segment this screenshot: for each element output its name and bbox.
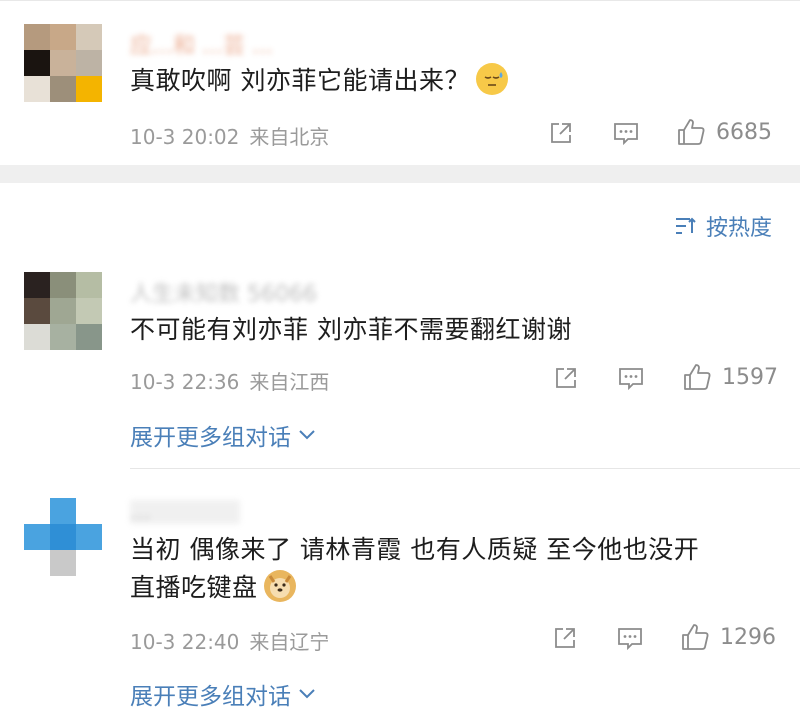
comment-text: 真敢吹啊 刘亦菲它能请出来？ (130, 62, 770, 100)
reply-button[interactable] (617, 365, 645, 391)
expand-label: 展开更多组对话 (130, 425, 291, 451)
thumbs-up-icon (684, 364, 711, 390)
like-count: 1296 (720, 624, 776, 650)
top-border (0, 0, 800, 1)
reply-button[interactable] (612, 120, 640, 146)
chevron-down-icon (299, 430, 315, 440)
comment-meta: 10-3 22:40 来自辽宁 (130, 626, 329, 655)
comment-text: 不可能有刘亦菲 刘亦菲不需要翻红谢谢 (130, 315, 572, 344)
sort-label: 按热度 (705, 216, 772, 241)
like-button[interactable]: 6685 (676, 117, 772, 147)
comment-icon (614, 123, 638, 146)
timestamp: 10-3 22:40 (130, 630, 240, 654)
username[interactable]: 应...和 ...芸 ... (130, 28, 273, 59)
timestamp: 10-3 20:02 (130, 125, 240, 149)
comment-text: 当初 偶像来了 请林青霞 也有人质疑 至今他也没开 直播吃键盘 (130, 531, 770, 607)
doge-emoji (263, 570, 296, 602)
timestamp: 10-3 22:36 (130, 370, 240, 394)
comment-text-line-2: 直播吃键盘 (130, 569, 770, 607)
thumbs-up-icon (678, 119, 705, 145)
expand-replies-link[interactable]: 展开更多组对话 (130, 677, 317, 711)
avatar[interactable] (24, 272, 102, 350)
chevron-down-icon (299, 689, 315, 699)
share-icon (551, 123, 571, 143)
share-button[interactable] (553, 365, 579, 391)
like-button[interactable]: 1597 (682, 362, 778, 392)
comment-meta: 10-3 20:02 来自北京 (130, 121, 329, 150)
location: 来自江西 (249, 370, 330, 394)
location: 来自辽宁 (249, 630, 330, 654)
thumbs-up-icon (682, 624, 709, 650)
sweat-smile-emoji (475, 63, 508, 95)
comment-text-line-1: 当初 偶像来了 请林青霞 也有人质疑 至今他也没开 (130, 535, 700, 564)
expand-replies-link[interactable]: 展开更多组对话 (130, 418, 317, 452)
reply-button[interactable] (616, 625, 644, 651)
username[interactable]: 人生未知数 56066 (130, 276, 317, 307)
avatar[interactable] (24, 498, 102, 576)
comment-meta: 10-3 22:36 来自江西 (130, 366, 329, 395)
expand-label: 展开更多组对话 (130, 684, 291, 710)
comment-icon (619, 368, 643, 391)
sort-icon (675, 217, 696, 234)
share-icon (556, 368, 576, 388)
share-icon (555, 628, 575, 648)
sort-toggle[interactable]: 按热度 (674, 210, 772, 242)
share-button[interactable] (552, 625, 578, 651)
username[interactable]: ... (130, 500, 240, 525)
comment-icon (618, 628, 642, 651)
share-button[interactable] (548, 120, 574, 146)
location: 来自北京 (249, 125, 330, 149)
like-button[interactable]: 1296 (680, 622, 776, 652)
section-divider (0, 165, 800, 183)
like-count: 6685 (716, 119, 772, 145)
like-count: 1597 (722, 364, 778, 390)
avatar[interactable] (24, 24, 102, 102)
thread-divider (130, 468, 800, 469)
